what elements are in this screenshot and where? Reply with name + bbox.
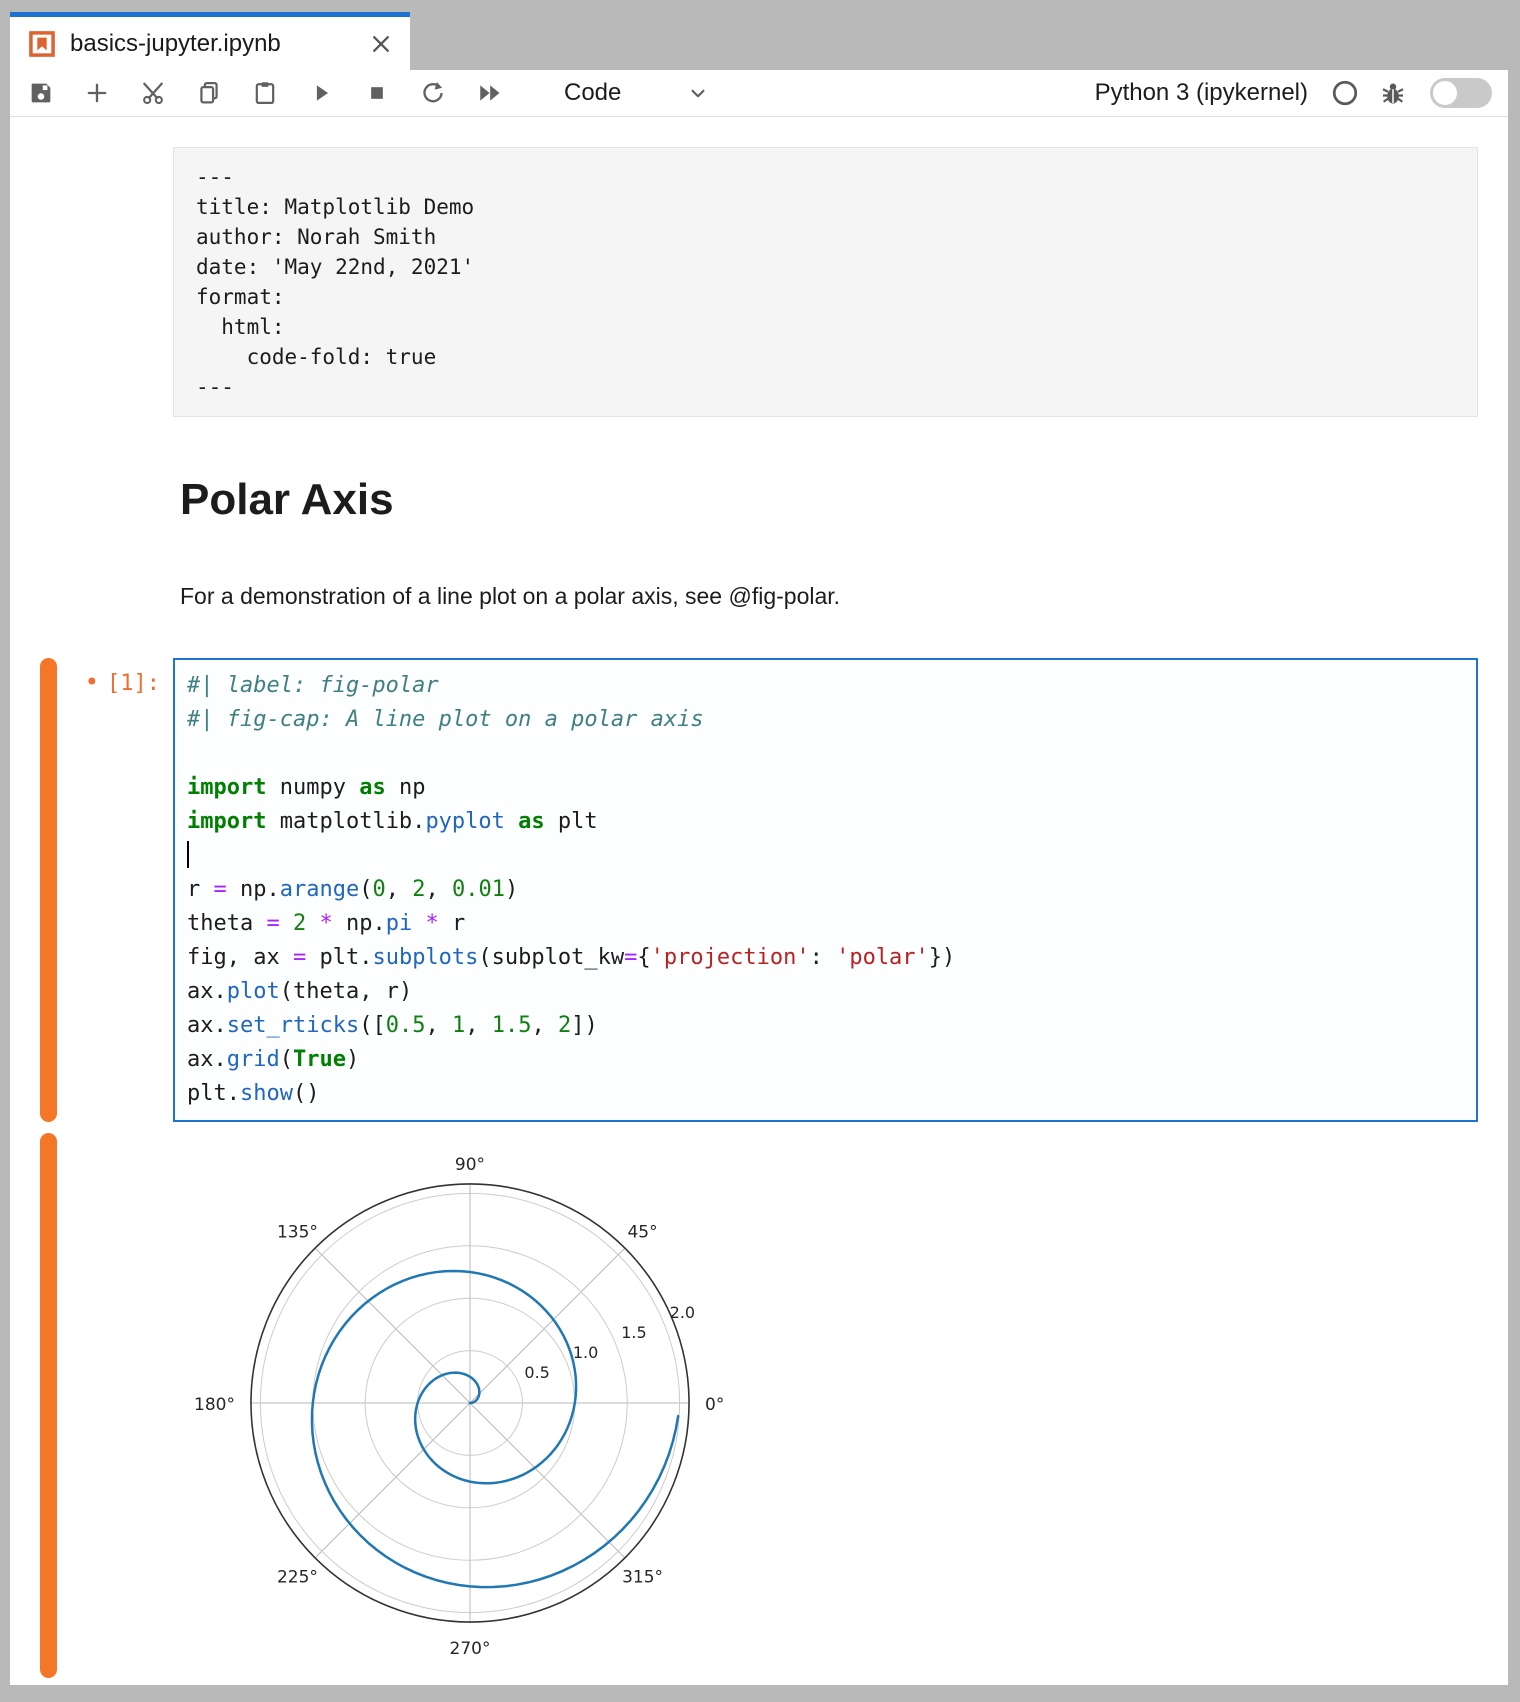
code-line: ax.grid(True): [187, 1043, 1464, 1077]
chevron-down-icon: [685, 80, 711, 106]
insert-cell-below-icon[interactable]: [82, 78, 112, 108]
tab-basics-jupyter[interactable]: basics-jupyter.ipynb: [10, 12, 410, 70]
markdown-paragraph: For a demonstration of a line plot on a …: [180, 583, 840, 610]
copy-cells-icon[interactable]: [194, 78, 224, 108]
paste-cells-icon[interactable]: [250, 78, 280, 108]
bug-icon[interactable]: [1378, 78, 1408, 108]
cut-cells-icon[interactable]: [138, 78, 168, 108]
run-cell-icon[interactable]: [306, 78, 336, 108]
interrupt-kernel-icon[interactable]: [362, 78, 392, 108]
tab-bar: basics-jupyter.ipynb: [10, 12, 1508, 70]
code-line: ax.plot(theta, r): [187, 975, 1464, 1009]
restart-kernel-icon[interactable]: [418, 78, 448, 108]
theta-tick-label: 180°: [194, 1395, 235, 1415]
code-line: fig, ax = plt.subplots(subplot_kw={'proj…: [187, 941, 1464, 975]
r-tick-label: 2.0: [670, 1303, 695, 1322]
raw-yaml-cell[interactable]: ---title: Matplotlib Demoauthor: Norah S…: [173, 147, 1478, 417]
theta-tick-label: 0°: [705, 1395, 724, 1415]
cell-type-dropdown[interactable]: Code: [564, 79, 711, 107]
kernel-status-circle-icon[interactable]: [1330, 78, 1360, 108]
yaml-line: date: 'May 22nd, 2021': [196, 252, 1455, 282]
yaml-line: author: Norah Smith: [196, 222, 1455, 252]
tab-title: basics-jupyter.ipynb: [70, 30, 366, 58]
output-collapser-bar[interactable]: [40, 1133, 57, 1678]
yaml-line: ---: [196, 162, 1455, 192]
code-line: import numpy as np: [187, 771, 1464, 805]
markdown-heading: Polar Axis: [180, 475, 394, 525]
toolbar-buttons: [26, 78, 530, 108]
execution-prompt: • [1]:: [50, 668, 160, 696]
yaml-line: ---: [196, 372, 1455, 402]
yaml-line: code-fold: true: [196, 342, 1455, 372]
code-line: #| fig-cap: A line plot on a polar axis: [187, 703, 1464, 737]
r-tick-label: 1.5: [621, 1323, 646, 1342]
cell-type-value: Code: [564, 79, 621, 107]
toolbar-right: Python 3 (ipykernel): [1095, 78, 1492, 108]
theta-tick-label: 270°: [450, 1639, 491, 1659]
dirty-dot: •: [85, 668, 99, 696]
theta-tick-label: 315°: [622, 1568, 663, 1588]
notebook-toolbar: Code Python 3 (ipykernel): [10, 70, 1508, 117]
code-line: [187, 839, 1464, 873]
code-editor[interactable]: #| label: fig-polar#| fig-cap: A line pl…: [173, 658, 1478, 1122]
code-line: ax.set_rticks([0.5, 1, 1.5, 2]): [187, 1009, 1464, 1043]
toggle-knob: [1433, 81, 1457, 105]
simple-mode-toggle[interactable]: [1430, 78, 1492, 108]
text-cursor: [187, 841, 189, 868]
kernel-name: Python 3 (ipykernel): [1095, 79, 1308, 107]
restart-run-all-icon[interactable]: [474, 78, 504, 108]
yaml-line: html:: [196, 312, 1455, 342]
notebook-content: ---title: Matplotlib Demoauthor: Norah S…: [10, 117, 1508, 1684]
polar-plot-output: 0° 45° 90° 135° 180° 225° 270° 315° 0.5 1.0 1.5 2.0: [180, 1140, 740, 1667]
notebook-icon: [28, 30, 56, 58]
theta-tick-label: 45°: [627, 1222, 657, 1242]
code-line: theta = 2 * np.pi * r: [187, 907, 1464, 941]
yaml-line: format:: [196, 282, 1455, 312]
close-icon[interactable]: [366, 29, 396, 59]
execution-count: [1]:: [107, 671, 160, 696]
r-tick-label: 0.5: [524, 1363, 549, 1382]
theta-tick-label: 90°: [455, 1155, 485, 1175]
yaml-line: title: Matplotlib Demo: [196, 192, 1455, 222]
jupyterlab-window: basics-jupyter.ipynb Code Python 3 (ipyk…: [10, 12, 1508, 1685]
r-tick-label: 1.0: [573, 1343, 598, 1362]
theta-tick-label: 135°: [277, 1222, 318, 1242]
code-line: import matplotlib.pyplot as plt: [187, 805, 1464, 839]
code-line: r = np.arange(0, 2, 0.01): [187, 873, 1464, 907]
code-line: plt.show(): [187, 1077, 1464, 1111]
save-icon[interactable]: [26, 78, 56, 108]
input-collapser-bar[interactable]: [40, 658, 57, 1122]
code-line: #| label: fig-polar: [187, 669, 1464, 703]
code-line: [187, 737, 1464, 771]
theta-tick-label: 225°: [277, 1568, 318, 1588]
